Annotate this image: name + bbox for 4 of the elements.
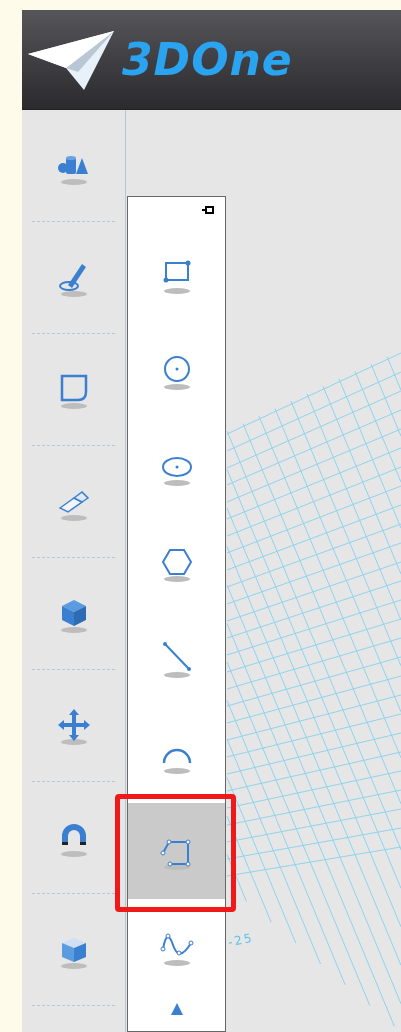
logo-text: 3DOne <box>122 34 293 85</box>
pin-icon[interactable] <box>201 205 215 215</box>
axis-label: -25 <box>226 930 255 950</box>
triangle-icon <box>170 1003 183 1015</box>
